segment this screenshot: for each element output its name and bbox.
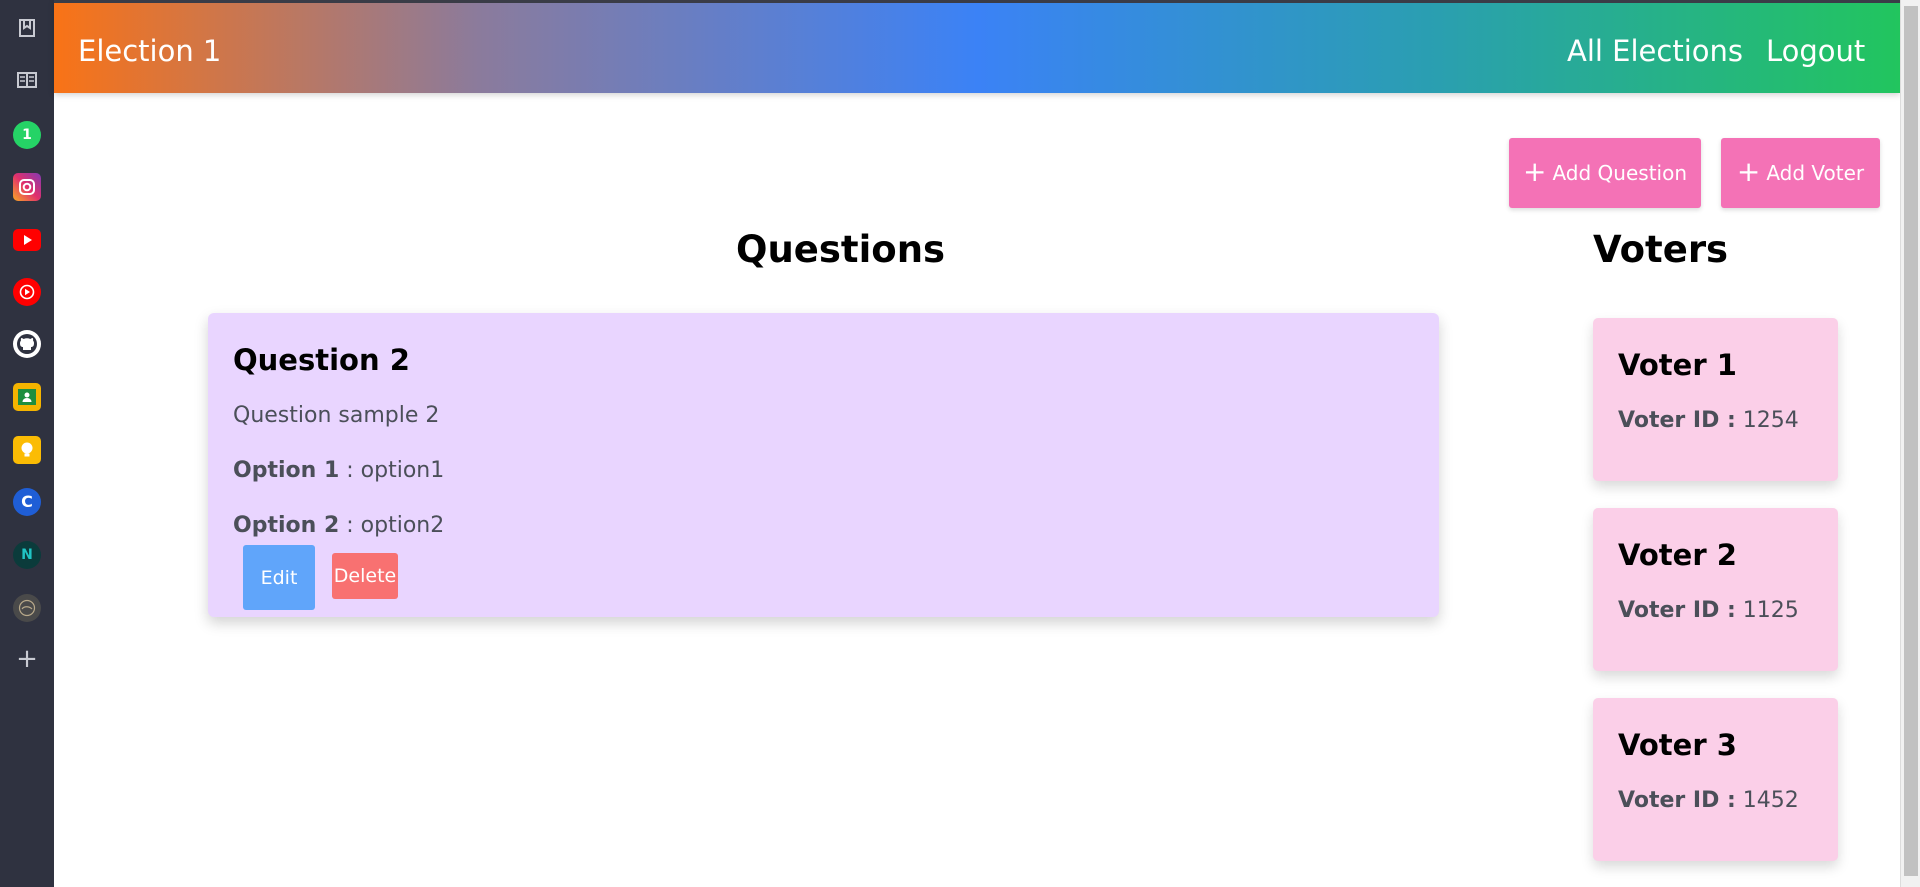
- github-icon[interactable]: [13, 330, 41, 358]
- keep-icon[interactable]: [13, 436, 41, 464]
- navbar: Election 1 All Elections Logout: [54, 0, 1900, 93]
- voter-name: Voter 2: [1618, 538, 1737, 572]
- voter-id: Voter ID : 1125: [1618, 598, 1799, 623]
- question-description: Question sample 2: [233, 403, 440, 428]
- add-question-label: Add Question: [1552, 161, 1687, 185]
- voter-id: Voter ID : 1254: [1618, 408, 1799, 433]
- round-app-icon[interactable]: [13, 594, 41, 622]
- option-separator: :: [339, 458, 361, 483]
- instagram-icon[interactable]: [13, 173, 41, 201]
- voter-id: Voter ID : 1452: [1618, 788, 1799, 813]
- voter-name: Voter 3: [1618, 728, 1737, 762]
- all-elections-link[interactable]: All Elections: [1567, 34, 1743, 68]
- plus-icon: +: [1523, 154, 1547, 188]
- question-title: Question 2: [233, 343, 410, 377]
- question-option-1: Option 1 : option1: [233, 458, 444, 483]
- option-value: option1: [360, 458, 445, 483]
- n-app-icon[interactable]: N: [13, 541, 41, 569]
- voter-card[interactable]: Voter 3 Voter ID : 1452: [1593, 698, 1838, 861]
- voter-id-value: 1125: [1742, 598, 1799, 623]
- bookmark-icon[interactable]: [13, 14, 41, 42]
- voter-id-label: Voter ID :: [1618, 788, 1736, 813]
- voter-id-value: 1254: [1742, 408, 1799, 433]
- page-scrollbar[interactable]: [1900, 0, 1920, 887]
- logout-link[interactable]: Logout: [1766, 34, 1865, 68]
- option-label: Option 2: [233, 513, 340, 538]
- whatsapp-icon[interactable]: 1: [13, 121, 41, 149]
- youtube-icon[interactable]: [13, 229, 41, 251]
- browser-sidebar: 1 C N +: [0, 0, 54, 887]
- plus-icon: +: [1736, 154, 1761, 188]
- voter-name: Voter 1: [1618, 348, 1737, 382]
- question-card: Question 2 Question sample 2 Option 1 : …: [208, 313, 1439, 617]
- add-icon[interactable]: +: [13, 645, 41, 673]
- option-label: Option 1: [233, 458, 340, 483]
- voters-heading: Voters: [1593, 228, 1729, 271]
- voter-card[interactable]: Voter 2 Voter ID : 1125: [1593, 508, 1838, 671]
- voter-id-label: Voter ID :: [1618, 408, 1736, 433]
- youtube-music-icon[interactable]: [13, 278, 41, 306]
- reading-list-icon[interactable]: [13, 66, 41, 94]
- option-separator: :: [339, 513, 361, 538]
- google-classroom-icon[interactable]: [13, 383, 41, 411]
- voter-card[interactable]: Voter 1 Voter ID : 1254: [1593, 318, 1838, 481]
- brand-title[interactable]: Election 1: [78, 34, 221, 68]
- option-value: option2: [360, 513, 445, 538]
- questions-heading: Questions: [736, 228, 946, 271]
- c-app-icon[interactable]: C: [13, 488, 41, 516]
- delete-button[interactable]: Delete: [332, 553, 398, 599]
- add-question-button[interactable]: + Add Question: [1509, 138, 1701, 208]
- add-voter-button[interactable]: + Add Voter: [1721, 138, 1880, 208]
- scrollbar-thumb[interactable]: [1904, 6, 1918, 876]
- edit-button[interactable]: Edit: [243, 545, 315, 610]
- question-option-2: Option 2 : option2: [233, 513, 444, 538]
- voter-id-label: Voter ID :: [1618, 598, 1736, 623]
- voter-id-value: 1452: [1742, 788, 1799, 813]
- add-voter-label: Add Voter: [1766, 161, 1865, 185]
